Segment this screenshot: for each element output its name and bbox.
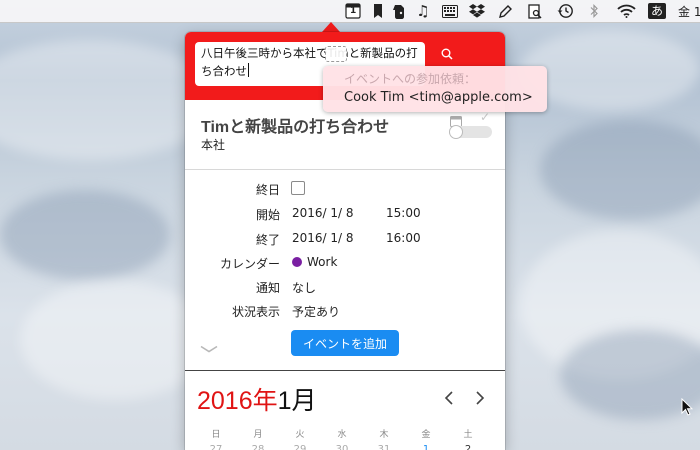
mouse-pointer-icon bbox=[681, 397, 694, 420]
calendar-day[interactable]: 31 bbox=[363, 444, 405, 450]
end-date-field[interactable]: 2016/ 1/ 8 bbox=[292, 231, 354, 245]
invitee-tooltip: イベントへの参加依頼： Cook Tim <tim@apple.com> bbox=[323, 66, 547, 112]
music-note-icon[interactable]: ♫ bbox=[416, 2, 430, 20]
weekday-label: 木 bbox=[379, 430, 389, 440]
drag-handle[interactable] bbox=[325, 46, 347, 62]
clock-text: 金 1 bbox=[678, 4, 700, 19]
all-day-checkbox[interactable] bbox=[291, 181, 305, 195]
alert-select[interactable]: なし bbox=[292, 279, 316, 296]
tooltip-heading: イベントへの参加依頼： bbox=[344, 72, 477, 86]
toggle-knob bbox=[450, 126, 462, 138]
toggle-switch[interactable] bbox=[450, 126, 492, 138]
pencil-icon[interactable] bbox=[497, 3, 513, 19]
calendar-date-row: 27 28 29 30 31 1 2 bbox=[195, 444, 495, 450]
availability-select[interactable]: 予定あり bbox=[292, 303, 340, 320]
calendar-day[interactable]: 2 bbox=[447, 444, 489, 450]
calendar-day[interactable]: 29 bbox=[279, 444, 321, 450]
weekday-label: 日 bbox=[211, 430, 221, 440]
calendar-day[interactable]: 28 bbox=[237, 444, 279, 450]
weekday-label: 火 bbox=[295, 430, 305, 440]
calendar-color-dot bbox=[292, 257, 302, 267]
start-time-field[interactable]: 15:00 bbox=[386, 206, 421, 220]
menu-bar: 1 ♫ あ 金 1 bbox=[0, 0, 700, 23]
divider bbox=[185, 370, 505, 371]
checkmark-icon[interactable]: ✓ bbox=[480, 110, 490, 124]
all-day-label: 終日 bbox=[255, 183, 280, 197]
month-title: 2016年1月 bbox=[197, 381, 317, 417]
weekday-label: 月 bbox=[253, 430, 263, 440]
weekday-header-row: 日 月 火 水 木 金 土 bbox=[195, 427, 495, 441]
calendar-day[interactable]: 1 bbox=[405, 444, 447, 450]
divider bbox=[185, 169, 505, 170]
text-caret bbox=[248, 63, 249, 77]
availability-label: 状況表示 bbox=[231, 305, 280, 319]
start-label: 開始 bbox=[255, 208, 280, 222]
next-month-chevron-icon[interactable] bbox=[475, 390, 485, 409]
calendar-label: カレンダー bbox=[219, 257, 280, 271]
weekday-label: 土 bbox=[463, 430, 473, 440]
input-source-indicator[interactable]: あ bbox=[648, 3, 666, 19]
search-icon bbox=[441, 48, 453, 60]
time-machine-icon[interactable] bbox=[556, 3, 574, 19]
calendar-menubar-icon[interactable]: 1 bbox=[344, 3, 362, 19]
start-date-field[interactable]: 2016/ 1/ 8 bbox=[292, 206, 354, 220]
weekday-label: 金 bbox=[421, 430, 431, 440]
document-search-icon[interactable] bbox=[527, 3, 543, 19]
event-title: Timと新製品の打ち合わせ bbox=[201, 119, 390, 136]
popover-arrow bbox=[322, 22, 340, 32]
end-label: 終了 bbox=[255, 233, 280, 247]
calendar-select-value: Work bbox=[307, 255, 338, 269]
menubar-clock[interactable]: 金 1 bbox=[678, 3, 700, 19]
keyboard-grid-icon[interactable] bbox=[442, 3, 458, 19]
weekday-label: 水 bbox=[337, 430, 347, 440]
expand-chevron-icon[interactable] bbox=[200, 338, 218, 357]
calendar-day[interactable]: 27 bbox=[195, 444, 237, 450]
dropbox-icon[interactable] bbox=[469, 3, 485, 19]
end-time-field[interactable]: 16:00 bbox=[386, 231, 421, 245]
bookmark-icon[interactable] bbox=[372, 3, 384, 19]
event-location: 本社 bbox=[201, 138, 226, 152]
previous-month-chevron-icon[interactable] bbox=[444, 390, 454, 409]
tooltip-invitee: Cook Tim <tim@apple.com> bbox=[344, 90, 533, 105]
wifi-icon[interactable] bbox=[616, 3, 636, 19]
add-event-button[interactable]: イベントを追加 bbox=[291, 330, 399, 356]
month-title-month: 1月 bbox=[277, 387, 317, 415]
evernote-icon[interactable] bbox=[392, 3, 406, 19]
bluetooth-icon[interactable] bbox=[589, 3, 599, 19]
calendar-day[interactable]: 30 bbox=[321, 444, 363, 450]
month-title-year: 2016年 bbox=[197, 387, 278, 415]
search-button[interactable] bbox=[432, 44, 462, 64]
alert-label: 通知 bbox=[255, 281, 280, 295]
calendar-menubar-day: 1 bbox=[350, 6, 357, 16]
input-source-label: あ bbox=[648, 3, 666, 19]
calendar-select[interactable]: Work bbox=[292, 255, 337, 269]
